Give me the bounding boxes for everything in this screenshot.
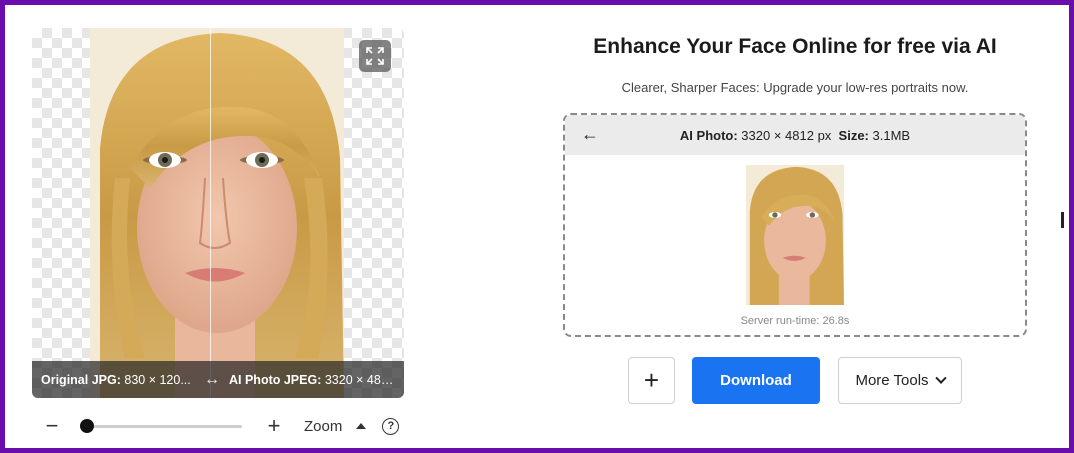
- compare-divider[interactable]: [210, 28, 211, 398]
- result-details: AI Photo: 3320 × 4812 px Size: 3.1MB: [679, 127, 911, 143]
- comparison-viewer[interactable]: Original JPG: 830 × 120... ↔ AI Photo JP…: [32, 28, 404, 398]
- help-icon[interactable]: ?: [382, 417, 400, 435]
- caret-up-icon: [356, 423, 367, 429]
- page-title: Enhance Your Face Online for free via AI: [593, 35, 997, 58]
- zoom-slider[interactable]: [80, 419, 242, 433]
- ai-info: AI Photo JPEG: 3320 × 481...: [229, 372, 395, 387]
- fullscreen-button[interactable]: [359, 40, 391, 72]
- result-header: ← AI Photo: 3320 × 4812 px Size: 3.1MB: [565, 115, 1025, 155]
- zoom-controls: − + Zoom ?: [42, 413, 412, 439]
- zoom-out-button[interactable]: −: [42, 415, 62, 437]
- page-frame: Original JPG: 830 × 120... ↔ AI Photo JP…: [5, 5, 1069, 448]
- page-subtitle: Clearer, Sharper Faces: Upgrade your low…: [621, 80, 969, 95]
- original-info: Original JPG: 830 × 120...: [41, 372, 191, 387]
- zoom-slider-thumb[interactable]: [80, 419, 94, 433]
- zoom-label: Zoom: [304, 417, 343, 435]
- image-info-bar: Original JPG: 830 × 120... ↔ AI Photo JP…: [32, 361, 404, 398]
- server-runtime: Server run-time: 26.8s: [740, 315, 850, 327]
- zoom-menu[interactable]: Zoom: [304, 417, 367, 435]
- portrait-image: [90, 28, 344, 398]
- expand-icon: [366, 47, 384, 65]
- add-image-button[interactable]: +: [628, 357, 675, 404]
- chevron-down-icon: [934, 372, 947, 384]
- text-cursor-icon: [1061, 212, 1064, 228]
- more-tools-label: More Tools: [855, 372, 929, 389]
- more-tools-button[interactable]: More Tools: [838, 357, 962, 404]
- zoom-in-button[interactable]: +: [264, 415, 284, 437]
- back-arrow-icon[interactable]: ←: [581, 125, 599, 143]
- result-panel: ← AI Photo: 3320 × 4812 px Size: 3.1MB S…: [563, 113, 1027, 337]
- download-button[interactable]: Download: [692, 357, 820, 404]
- result-thumbnail[interactable]: [746, 165, 844, 305]
- swap-arrow-icon: ↔: [204, 370, 220, 388]
